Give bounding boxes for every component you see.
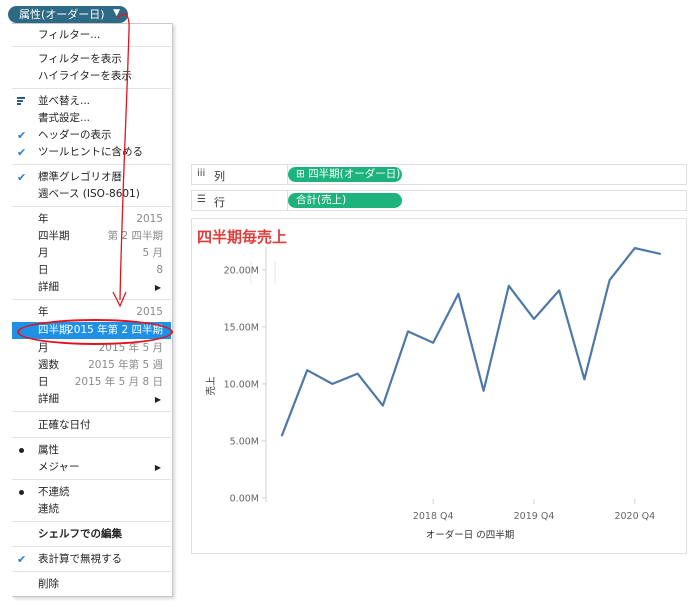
y-tick-label: 20.00M xyxy=(224,265,259,276)
line-chart: 0.00M 5.00M 10.00M 15.00M 20.00M 売上 2018 Q4 201… xyxy=(205,247,662,541)
x-tick-label: 2020 Q4 xyxy=(614,511,655,522)
y-tick-label: 0.00M xyxy=(230,494,259,505)
y-tick-label: 15.00M xyxy=(224,322,259,333)
x-axis-title: オーダー日 の四半期 xyxy=(426,529,515,541)
y-tick-label: 5.00M xyxy=(230,436,259,447)
y-axis-title: 売上 xyxy=(205,376,217,396)
x-tick-label: 2019 Q4 xyxy=(514,511,555,522)
x-tick-label: 2018 Q4 xyxy=(413,511,454,522)
sales-series-line xyxy=(280,247,662,437)
y-tick-label: 10.00M xyxy=(224,379,259,390)
